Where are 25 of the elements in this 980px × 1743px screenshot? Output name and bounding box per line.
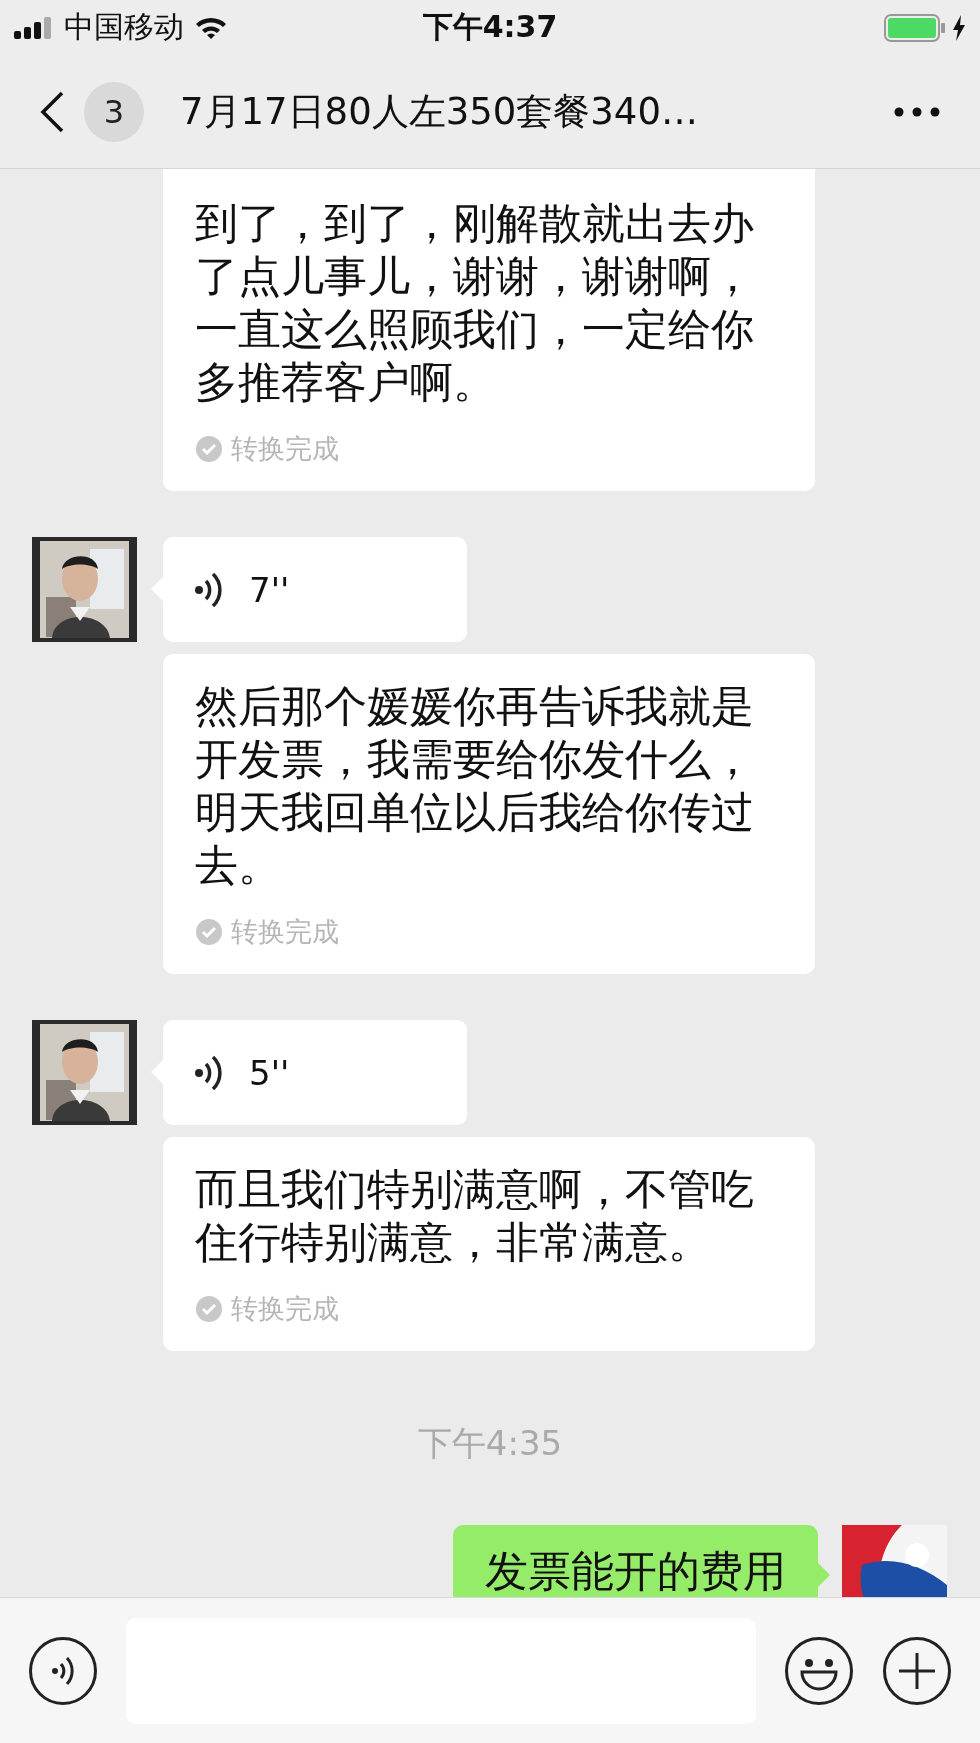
conversion-status: 转换完成 [231,432,339,466]
back-icon[interactable] [40,90,64,133]
voice-message[interactable]: 7'' [163,537,467,642]
timestamp: 下午4:35 [417,1423,563,1463]
emoji-icon[interactable] [784,1635,854,1706]
signal-icon [14,16,54,39]
battery-icon [884,13,946,42]
charging-icon [952,14,966,41]
clock-time: 下午4:37 [422,8,558,46]
more-icon[interactable] [894,106,940,117]
message-text: 然后那个媛媛你再告诉我就是开发票，我需要给你发什么，明天我回单位以后我给你传过去。 [195,680,755,892]
chat-title: 7月17日80人左350套餐340… [180,88,699,135]
carrier-name: 中国移动 [64,8,184,46]
conversion-status: 转换完成 [231,1292,339,1326]
conversion-status: 转换完成 [231,915,339,949]
check-icon [195,1295,223,1323]
check-icon [195,918,223,946]
voice-input-icon[interactable] [28,1635,98,1706]
wifi-icon [194,15,228,40]
message-text: 而且我们特别满意啊，不管吃住行特别满意，非常满意。 [195,1163,755,1269]
unread-count: 3 [84,81,144,142]
voice-message[interactable]: 5'' [163,1020,467,1125]
check-icon [195,435,223,463]
add-icon[interactable] [882,1635,952,1706]
message-text: 到了，到了，刚解散就出去办了点儿事儿，谢谢，谢谢啊，一直这么照顾我们，一定给你多推荐客户啊。 [195,197,755,409]
